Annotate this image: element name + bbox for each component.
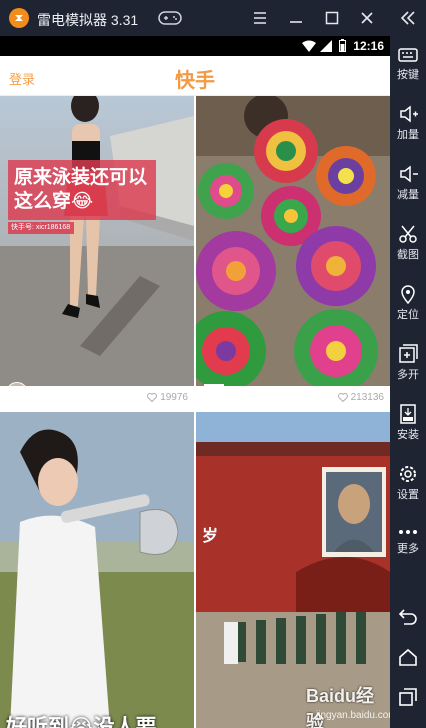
menu-icon[interactable] — [250, 8, 270, 28]
video-thumbnail — [196, 412, 390, 728]
sidebar-item-volume-down[interactable]: 减量 — [390, 164, 426, 202]
app-logo-icon — [9, 8, 29, 28]
sidebar-item-location[interactable]: 定位 — [390, 284, 426, 322]
video-caption: 好听到😭没人要 — [6, 716, 157, 728]
window-title: 雷电模拟器 3.31 — [37, 12, 139, 28]
video-thumbnail — [196, 96, 390, 393]
minimize-icon[interactable] — [286, 8, 306, 28]
status-time: 12:16 — [353, 39, 384, 53]
back-button[interactable] — [390, 608, 426, 626]
author-tag: 快手号: xicr186168 — [8, 222, 74, 234]
recent-apps-button[interactable] — [390, 688, 426, 706]
video-thumbnail — [0, 412, 194, 728]
collapse-sidebar-icon[interactable] — [398, 8, 418, 28]
home-icon — [399, 648, 417, 666]
scissors-icon — [399, 225, 417, 243]
app-title: 快手 — [175, 70, 215, 92]
app-header: 登录 快手 — [0, 56, 390, 96]
video-feed[interactable]: 原来泳装还可以 这么穿😂 快手号: xicr186168 19976 21313… — [0, 96, 390, 728]
keyboard-icon — [398, 48, 418, 62]
sidebar-item-install[interactable]: 安装 — [390, 404, 426, 442]
battery-icon — [339, 39, 346, 52]
video-thumbnail — [0, 96, 194, 386]
video-caption-line2: 这么穿😂 — [14, 191, 94, 212]
emulator-title-bar: 雷电模拟器 3.31 — [0, 0, 426, 36]
video-caption-line1: 原来泳装还可以 — [14, 167, 148, 188]
location-pin-icon — [401, 285, 415, 304]
close-icon[interactable] — [357, 8, 377, 28]
gate-sign: 岁 — [202, 528, 219, 545]
video-card[interactable]: 213136 — [196, 96, 390, 408]
watermark-url: jingyan.baidu.com — [316, 710, 390, 721]
more-dots-icon — [399, 530, 417, 534]
maximize-icon[interactable] — [322, 8, 342, 28]
sidebar-item-more[interactable]: 更多 — [390, 526, 426, 556]
apk-install-icon — [400, 404, 416, 424]
sidebar-item-volume-up[interactable]: 加量 — [390, 104, 426, 142]
sidebar-item-multi-open[interactable]: 多开 — [390, 344, 426, 382]
heart-icon — [147, 393, 158, 402]
recent-apps-icon — [399, 688, 417, 706]
volume-down-icon — [400, 165, 418, 183]
video-card[interactable]: 好听到😭没人要 — [0, 412, 194, 728]
emulator-sidebar: 按键 加量 减量 截图 定位 多开 安装 设置 更多 — [390, 36, 426, 728]
signal-icon — [320, 40, 332, 52]
sidebar-item-settings[interactable]: 设置 — [390, 464, 426, 502]
gamepad-icon[interactable] — [158, 11, 182, 25]
sidebar-item-keys[interactable]: 按键 — [390, 46, 426, 82]
video-card[interactable]: 岁 Baidu经验 jingyan.baidu.com — [196, 412, 390, 728]
android-status-bar: 12:16 — [0, 36, 390, 56]
watermark-brand: Baidu经验 — [306, 686, 375, 728]
like-count: 213136 — [350, 392, 384, 403]
home-button[interactable] — [390, 648, 426, 666]
heart-icon — [337, 393, 348, 402]
gear-icon — [400, 466, 416, 482]
back-icon — [398, 609, 417, 625]
like-count: 19976 — [160, 392, 188, 403]
video-card[interactable]: 原来泳装还可以 这么穿😂 快手号: xicr186168 19976 — [0, 96, 194, 408]
volume-up-icon — [400, 105, 418, 123]
sidebar-item-screenshot[interactable]: 截图 — [390, 224, 426, 262]
wifi-icon — [302, 40, 316, 52]
multi-open-icon — [399, 344, 418, 363]
